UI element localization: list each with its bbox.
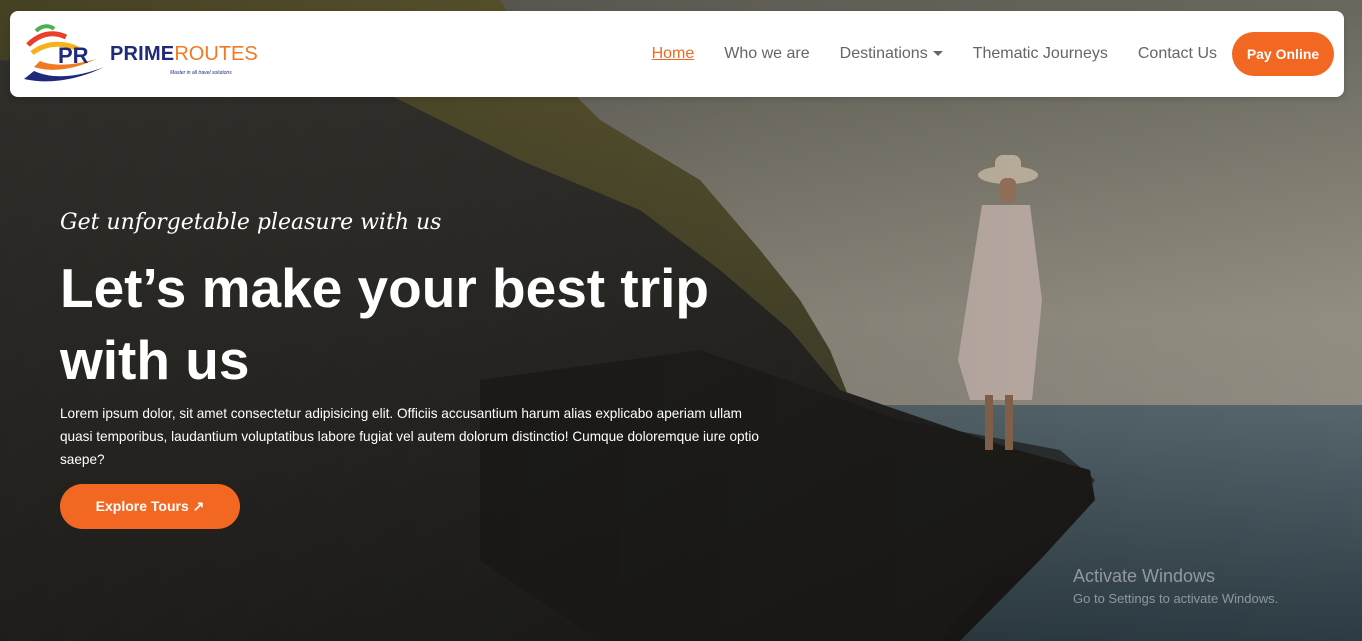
nav-item-contact-us[interactable]: Contact Us [1138,45,1217,63]
brand-logo[interactable]: PR PRIMEROUTES Master in all travel solu… [20,23,258,87]
brand-name-part1: PRIME [110,43,175,65]
nav-item-thematic-journeys[interactable]: Thematic Journeys [973,45,1108,63]
pay-online-button[interactable]: Pay Online [1232,32,1334,76]
hero-tagline: Get unforgetable pleasure with us [60,210,442,235]
nav-item-home[interactable]: Home [652,45,695,63]
caret-down-icon [932,51,943,57]
hero-headline: Let’s make your best trip with us [60,257,709,391]
hero-description: Lorem ipsum dolor, sit amet consectetur … [60,406,759,467]
brand-name-part2: ROUTES [174,43,258,65]
nav-item-who-we-are[interactable]: Who we are [724,45,809,63]
navbar: PR PRIMEROUTES Master in all travel solu… [10,11,1344,97]
activation-watermark-subtitle: Go to Settings to activate Windows. [1073,591,1279,606]
activation-watermark-title: Activate Windows [1073,566,1216,586]
nav-item-destinations-label: Destinations [839,45,928,62]
main-nav: Home Who we are Destinations Thematic Jo… [622,32,1334,76]
brand-name: PRIMEROUTES [110,43,258,66]
svg-text:PR: PR [58,43,89,68]
explore-tours-button[interactable]: Explore Tours ↗ [60,484,240,529]
brand-tagline: Master in all travel solutions [170,70,232,76]
brand-mark-icon: PR [24,24,104,82]
nav-item-destinations[interactable]: Destinations [840,45,943,63]
